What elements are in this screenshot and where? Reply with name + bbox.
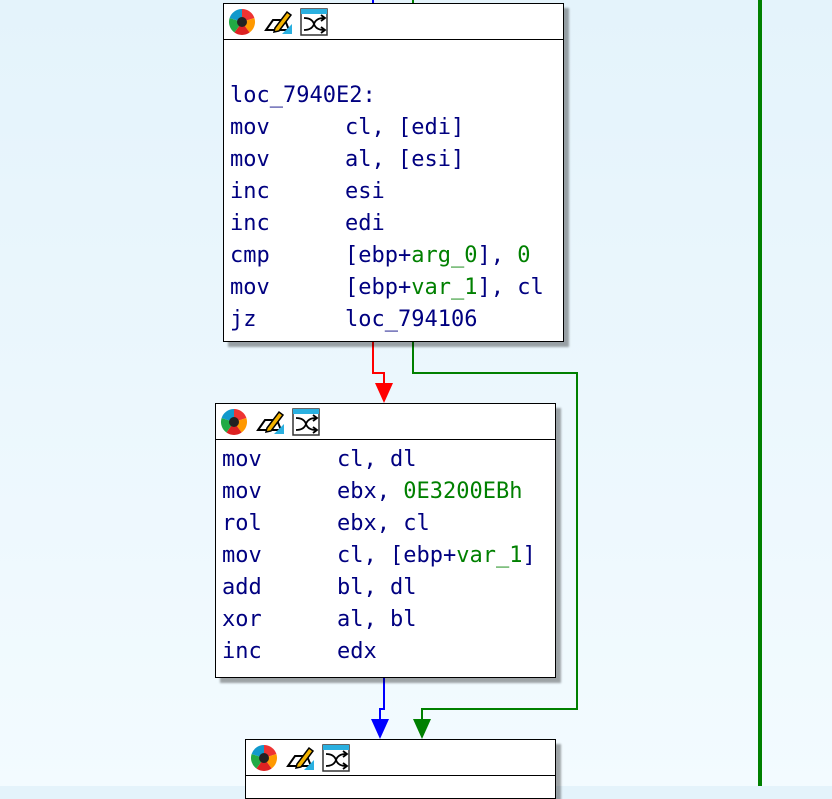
instruction-line[interactable]: add bl, dl bbox=[222, 572, 549, 604]
operand-text: bl, dl bbox=[337, 575, 417, 600]
instruction-line[interactable]: mov cl, dl bbox=[222, 444, 549, 476]
operand-text: edi bbox=[345, 211, 385, 236]
color-wheel-icon[interactable] bbox=[219, 407, 249, 437]
operand-symbol: arg_0 bbox=[411, 243, 478, 268]
pencil-edit-icon[interactable] bbox=[255, 407, 285, 437]
instruction-line[interactable]: jz loc_794106 bbox=[230, 304, 557, 336]
operand-symbol: var_1 bbox=[411, 275, 478, 300]
instruction-line[interactable]: inc esi bbox=[230, 176, 557, 208]
block-body: mov cl, dl mov ebx, 0E3200EBh rol ebx, cl mov c… bbox=[216, 440, 555, 668]
operand-text: al, [esi] bbox=[345, 147, 465, 172]
instruction-line[interactable]: rol ebx, cl bbox=[222, 508, 549, 540]
shuffle-graph-icon[interactable] bbox=[291, 407, 321, 437]
edge-uncond-arrow bbox=[371, 719, 389, 739]
instruction-line[interactable]: inc edi bbox=[230, 208, 557, 240]
edge-false-branch bbox=[372, 342, 385, 392]
operand-text: ebx, bbox=[337, 479, 404, 504]
operand-text: ] bbox=[522, 543, 536, 568]
block-body: loc_7940E2: mov cl, [edi] mov al, [esi] inc e… bbox=[224, 40, 563, 336]
operand-text: al, bl bbox=[337, 607, 417, 632]
edge-uncond bbox=[379, 678, 385, 728]
color-wheel-icon[interactable] bbox=[227, 7, 257, 37]
instruction-line[interactable]: mov cl, [edi] bbox=[230, 112, 557, 144]
instruction-mnemonic: mov bbox=[222, 447, 262, 472]
instruction-mnemonic: cmp bbox=[230, 243, 270, 268]
pencil-edit-icon[interactable] bbox=[263, 7, 293, 37]
instruction-mnemonic: xor bbox=[222, 607, 262, 632]
operand-text: loc_794106 bbox=[345, 307, 478, 332]
operand-symbol: var_1 bbox=[456, 543, 523, 568]
operand-text: esi bbox=[345, 179, 385, 204]
instruction-line[interactable]: mov al, [esi] bbox=[230, 144, 557, 176]
operand-text: edx bbox=[337, 639, 377, 664]
edge-false-arrow bbox=[375, 383, 393, 403]
instruction-line[interactable]: cmp [ebp+arg_0], 0 bbox=[230, 240, 557, 272]
instruction-mnemonic: jz bbox=[230, 307, 257, 332]
instruction-line[interactable]: mov ebx, 0E3200EBh bbox=[222, 476, 549, 508]
operand-text: cl, [ebp+ bbox=[337, 543, 457, 568]
instruction-mnemonic: inc bbox=[230, 179, 270, 204]
instruction-mnemonic: rol bbox=[222, 511, 262, 536]
block-header bbox=[216, 404, 555, 440]
block-header bbox=[246, 740, 555, 776]
instruction-line[interactable]: mov cl, [ebp+var_1] bbox=[222, 540, 549, 572]
block-header bbox=[224, 4, 563, 40]
instruction-mnemonic: mov bbox=[222, 479, 262, 504]
code-block-3[interactable] bbox=[245, 739, 556, 799]
operand-text: ebx, cl bbox=[337, 511, 430, 536]
block-label[interactable]: loc_7940E2: bbox=[230, 80, 557, 112]
instruction-mnemonic: add bbox=[222, 575, 262, 600]
color-wheel-icon[interactable] bbox=[249, 743, 279, 773]
instruction-mnemonic: inc bbox=[222, 639, 262, 664]
operand-symbol: 0E3200EBh bbox=[403, 479, 523, 504]
instruction-mnemonic: inc bbox=[230, 211, 270, 236]
operand-text: cl, dl bbox=[337, 447, 417, 472]
operand-text: [ebp+ bbox=[345, 243, 412, 268]
shuffle-graph-icon[interactable] bbox=[299, 7, 329, 37]
instruction-mnemonic: mov bbox=[230, 147, 270, 172]
code-block-1[interactable]: loc_7940E2: mov cl, [edi] mov al, [esi] inc e… bbox=[223, 3, 564, 342]
operand-text: ], bbox=[477, 243, 518, 268]
instruction-mnemonic: mov bbox=[222, 543, 262, 568]
pencil-edit-icon[interactable] bbox=[285, 743, 315, 773]
instruction-line[interactable]: mov [ebp+var_1], cl bbox=[230, 272, 557, 304]
instruction-mnemonic: mov bbox=[230, 115, 270, 140]
edge-true-arrow bbox=[413, 719, 431, 739]
operand-text: ], cl bbox=[477, 275, 544, 300]
operand-symbol: 0 bbox=[517, 243, 531, 268]
instruction-line[interactable]: inc edx bbox=[222, 636, 549, 668]
instruction-line[interactable]: xor al, bl bbox=[222, 604, 549, 636]
shuffle-graph-icon[interactable] bbox=[321, 743, 351, 773]
code-block-2[interactable]: mov cl, dl mov ebx, 0E3200EBh rol ebx, cl mov c… bbox=[215, 403, 556, 678]
operand-text: [ebp+ bbox=[345, 275, 412, 300]
instruction-mnemonic: mov bbox=[230, 275, 270, 300]
operand-text: cl, [edi] bbox=[345, 115, 465, 140]
